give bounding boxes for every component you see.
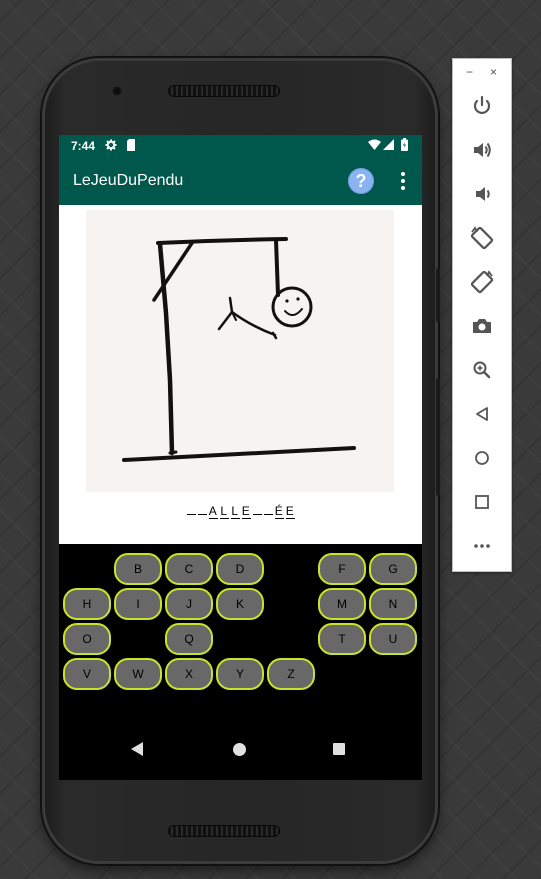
key-m[interactable]: M: [318, 588, 366, 620]
word-letter: L: [219, 504, 229, 519]
key-q[interactable]: Q: [165, 623, 213, 655]
recents-icon[interactable]: [333, 743, 345, 755]
key-z[interactable]: Z: [267, 658, 315, 690]
home-icon[interactable]: [233, 743, 246, 756]
power-icon[interactable]: [467, 91, 497, 121]
word-letter: E: [241, 504, 251, 519]
signal-icon: [383, 139, 394, 153]
home-icon[interactable]: [467, 443, 497, 473]
key-f[interactable]: F: [318, 553, 366, 585]
status-time: 7:44: [71, 139, 96, 153]
key-x[interactable]: X: [165, 658, 213, 690]
key-n[interactable]: N: [369, 588, 417, 620]
app-bar: LeJeuDuPendu ?: [59, 157, 422, 205]
key-h[interactable]: H: [63, 588, 111, 620]
device-screen: 7:44 LeJeuDuPendu ? A L L E É E B C D F …: [59, 135, 422, 780]
game-area: ALLEÉE: [59, 205, 422, 544]
wifi-icon: [368, 139, 381, 153]
key-u[interactable]: U: [369, 623, 417, 655]
more-icon[interactable]: [467, 531, 497, 561]
word-letter: [263, 500, 273, 515]
front-camera: [112, 86, 122, 96]
volume-down-icon[interactable]: [467, 179, 497, 209]
letter-keyboard: B C D F G H I J K M N O Q T U V W X Y Z: [59, 544, 422, 724]
top-speaker: [168, 85, 280, 97]
battery-icon: [401, 138, 408, 154]
help-button[interactable]: ?: [348, 168, 374, 194]
word-letter: [197, 500, 207, 515]
power-side-button: [436, 268, 440, 322]
key-w[interactable]: W: [114, 658, 162, 690]
key-c[interactable]: C: [165, 553, 213, 585]
back-icon[interactable]: [467, 399, 497, 429]
minimize-button[interactable]: −: [466, 65, 473, 79]
word-letter: [186, 500, 196, 515]
sd-card-icon: [126, 139, 136, 154]
word-letter: L: [230, 504, 240, 519]
key-j[interactable]: J: [165, 588, 213, 620]
word-letter: É: [274, 504, 284, 519]
word-letter: A: [208, 504, 218, 519]
emulator-toolbar: − ×: [452, 58, 512, 572]
key-v[interactable]: V: [63, 658, 111, 690]
more-vert-icon[interactable]: [395, 170, 411, 192]
camera-icon[interactable]: [467, 311, 497, 341]
overview-icon[interactable]: [467, 487, 497, 517]
navigation-bar: [59, 724, 422, 780]
volume-up-icon[interactable]: [467, 135, 497, 165]
hidden-word: ALLEÉE: [59, 500, 422, 519]
status-bar: 7:44: [59, 135, 422, 157]
key-d[interactable]: D: [216, 553, 264, 585]
app-title: LeJeuDuPendu: [73, 172, 184, 189]
key-b[interactable]: B: [114, 553, 162, 585]
volume-side-button: [436, 378, 440, 496]
key-g[interactable]: G: [369, 553, 417, 585]
key-y[interactable]: Y: [216, 658, 264, 690]
bottom-speaker: [168, 825, 280, 837]
key-t[interactable]: T: [318, 623, 366, 655]
rotate-right-icon[interactable]: [467, 267, 497, 297]
word-letter: [252, 500, 262, 515]
key-i[interactable]: I: [114, 588, 162, 620]
word-letter: E: [285, 504, 295, 519]
close-button[interactable]: ×: [490, 65, 497, 79]
zoom-icon[interactable]: [467, 355, 497, 385]
key-o[interactable]: O: [63, 623, 111, 655]
key-k[interactable]: K: [216, 588, 264, 620]
hangman-drawing: [86, 210, 394, 492]
rotate-left-icon[interactable]: [467, 223, 497, 253]
gear-icon: [105, 139, 117, 154]
back-icon[interactable]: [131, 742, 143, 756]
